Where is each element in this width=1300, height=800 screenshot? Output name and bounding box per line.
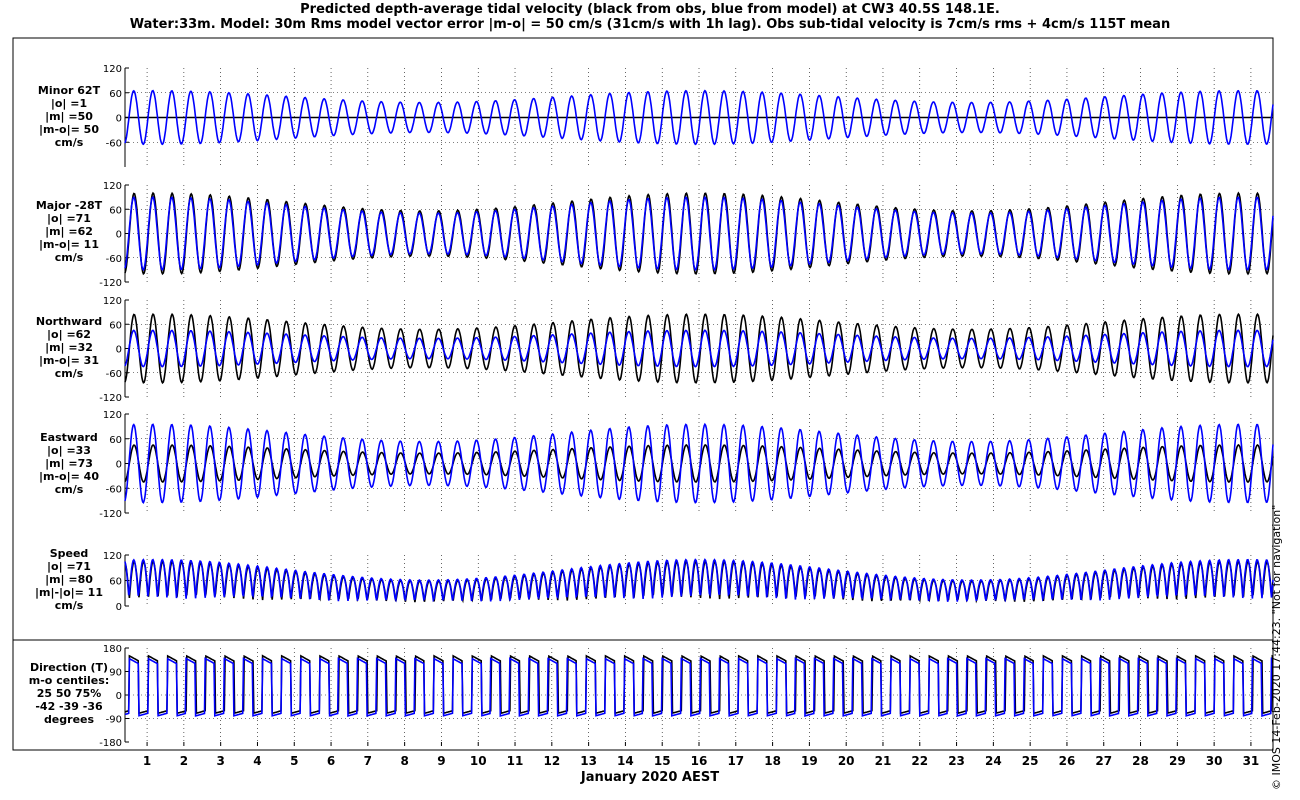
x-tick-label: 27 <box>1095 754 1112 768</box>
figure-canvas: 120600-60120600-60-120120600-60-12012060… <box>12 37 1274 768</box>
panel-minor: 120600-60 <box>103 64 1274 167</box>
label-line: cm/s <box>54 367 84 380</box>
x-tick-label: 21 <box>875 754 892 768</box>
panel-east: 120600-60-120 <box>99 410 1274 520</box>
x-tick-label: 28 <box>1132 754 1149 768</box>
y-tick-label: 180 <box>103 644 122 655</box>
label-line: m-o centiles: <box>28 674 110 687</box>
x-tick-label: 6 <box>327 754 335 768</box>
label-line: Direction (T) <box>29 661 109 674</box>
x-tick-label: 20 <box>838 754 855 768</box>
label-line: Major -28T <box>35 199 103 212</box>
label-line: cm/s <box>54 251 84 264</box>
panel-label-north: Northward |o| =62 |m| =32 |m-o|= 31 cm/s <box>14 315 124 380</box>
label-line: |o| =71 <box>47 560 91 573</box>
x-tick-label: 12 <box>543 754 560 768</box>
x-tick-label: 17 <box>727 754 744 768</box>
panel-major: 120600-60-120 <box>99 181 1274 289</box>
panel-label-east: Eastward |o| =33 |m| =73 |m-o|= 40 cm/s <box>14 431 124 496</box>
panel-label-major: Major -28T |o| =71 |m| =62 |m-o|= 11 cm/… <box>14 199 124 264</box>
x-tick-label: 31 <box>1243 754 1260 768</box>
label-line: cm/s <box>54 599 84 612</box>
x-tick-label: 18 <box>764 754 781 768</box>
panels-layer: 120600-60120600-60-120120600-60-12012060… <box>99 64 1274 749</box>
label-line: |m| =80 <box>45 573 93 586</box>
x-tick-label: 7 <box>364 754 372 768</box>
y-tick-label: -120 <box>99 509 122 520</box>
label-line: |m-o|= 50 <box>39 123 99 136</box>
x-tick-label: 13 <box>580 754 597 768</box>
y-tick-label: 120 <box>103 64 122 75</box>
label-line: |m| =73 <box>45 457 93 470</box>
x-tick-label: 24 <box>985 754 1002 768</box>
y-tick-label: -120 <box>99 393 122 404</box>
panel-speed: 120600 <box>103 551 1274 613</box>
label-line: Eastward <box>40 431 98 444</box>
x-tick-label: 8 <box>400 754 408 768</box>
x-tick-label: 1 <box>143 754 151 768</box>
x-tick-label: 4 <box>253 754 261 768</box>
label-line: |m| =62 <box>45 225 93 238</box>
x-tick-label: 29 <box>1169 754 1186 768</box>
x-tick-label: 23 <box>948 754 965 768</box>
outer-frame <box>12 37 1274 751</box>
label-line: |m| =50 <box>45 110 93 123</box>
x-tick-label: 3 <box>216 754 224 768</box>
x-tick-label: 25 <box>1022 754 1039 768</box>
label-line: -42 -39 -36 <box>35 700 103 713</box>
x-tick-label: 9 <box>437 754 445 768</box>
y-tick-label: 120 <box>103 181 122 192</box>
x-tick-label: 22 <box>911 754 928 768</box>
y-tick-label: 120 <box>103 410 122 421</box>
label-line: |o| =62 <box>47 328 91 341</box>
x-tick-label: 5 <box>290 754 298 768</box>
x-tick-label: 14 <box>617 754 634 768</box>
label-line: 25 50 75% <box>36 687 102 700</box>
panel-dir: 180900-90-180 <box>99 644 1274 749</box>
x-tick-label: 16 <box>691 754 708 768</box>
label-line: Speed <box>49 547 89 560</box>
label-line: cm/s <box>54 136 84 149</box>
x-tick-label: 30 <box>1206 754 1223 768</box>
label-line: |m-o|= 31 <box>39 354 99 367</box>
label-line: cm/s <box>54 483 84 496</box>
copyright-footer: © IMOS 14-Feb-2020 17:44:23. "Not for na… <box>1270 504 1283 790</box>
x-tick-label: 10 <box>470 754 487 768</box>
label-line: |o| =71 <box>47 212 91 225</box>
panel-label-direction: Direction (T) m-o centiles: 25 50 75% -4… <box>14 661 124 726</box>
x-tick-label: 2 <box>180 754 188 768</box>
panel-label-speed: Speed |o| =71 |m| =80 |m|-|o|= 11 cm/s <box>14 547 124 612</box>
x-tick-label: 15 <box>654 754 671 768</box>
label-line: degrees <box>43 713 95 726</box>
x-axis-label: January 2020 AEST <box>580 770 720 785</box>
panel-north: 120600-60-120 <box>99 296 1274 404</box>
y-tick-label: 120 <box>103 296 122 307</box>
panel-label-minor: Minor 62T |o| =1 |m| =50 |m-o|= 50 cm/s <box>14 84 124 149</box>
label-line: |o| =1 <box>50 97 88 110</box>
x-tick-label: 19 <box>801 754 818 768</box>
label-line: Minor 62T <box>37 84 101 97</box>
x-axis: 1 2 3 4 5 6 7 8 9 10 11 12 13 14 15 16 17 18 19 20 21 22 23 24 2… <box>143 742 1259 768</box>
label-line: |o| =33 <box>47 444 91 457</box>
label-line: |m|-|o|= 11 <box>34 586 103 599</box>
label-line: |m-o|= 11 <box>39 238 99 251</box>
label-line: Northward <box>35 315 103 328</box>
y-tick-label: -180 <box>99 738 122 749</box>
label-line: |m| =32 <box>45 341 93 354</box>
y-tick-label: -120 <box>99 278 122 289</box>
x-tick-label: 26 <box>1059 754 1076 768</box>
x-tick-label: 11 <box>507 754 524 768</box>
label-line: |m-o|= 40 <box>39 470 99 483</box>
